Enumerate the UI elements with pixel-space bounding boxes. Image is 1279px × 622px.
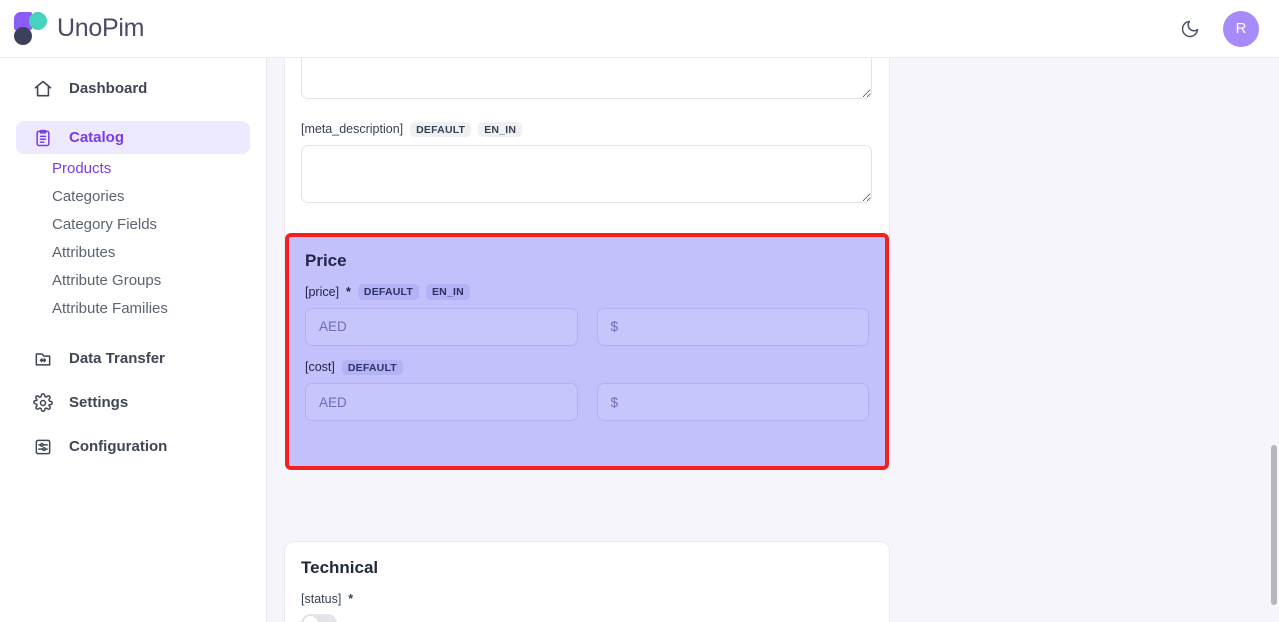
sidebar-subitem-label: Attributes — [52, 244, 115, 261]
sidebar-item-label: Configuration — [69, 438, 167, 455]
sidebar-item-attribute-groups[interactable]: Attribute Groups — [0, 266, 266, 294]
price-card: Price [price] * DEFAULT EN_IN [cost] DEF… — [285, 233, 889, 470]
cost-aed-input[interactable] — [305, 383, 578, 421]
sidebar-item-categories[interactable]: Categories — [0, 182, 266, 210]
sidebar-item-label: Data Transfer — [69, 350, 165, 367]
sidebar-item-catalog[interactable]: Catalog — [16, 121, 250, 154]
status-toggle[interactable] — [301, 614, 337, 622]
transfer-icon — [32, 348, 53, 369]
page-scrollbar-thumb[interactable] — [1271, 445, 1277, 605]
technical-title: Technical — [301, 558, 873, 578]
badge-default: DEFAULT — [342, 360, 403, 376]
sidebar-item-attribute-families[interactable]: Attribute Families — [0, 294, 266, 322]
cost-inputs-row — [305, 383, 869, 421]
sidebar-subitem-label: Category Fields — [52, 216, 157, 233]
sidebar-item-dashboard[interactable]: Dashboard — [16, 72, 250, 105]
field-label-status: [status] * — [301, 592, 873, 606]
badge-default: DEFAULT — [410, 122, 471, 138]
sidebar-item-label: Dashboard — [69, 80, 147, 97]
price-title: Price — [305, 251, 869, 271]
sidebar-item-category-fields[interactable]: Category Fields — [0, 210, 266, 238]
price-inputs-row — [305, 308, 869, 346]
brand-logo[interactable]: UnoPim — [0, 12, 144, 46]
sidebar-item-products[interactable]: Products — [0, 154, 266, 182]
sidebar-item-attributes[interactable]: Attributes — [0, 238, 266, 266]
gear-icon — [32, 392, 53, 413]
moon-icon[interactable] — [1177, 16, 1203, 42]
avatar[interactable]: R — [1223, 11, 1259, 47]
badge-locale: EN_IN — [426, 284, 470, 300]
field-label-text: [status] — [301, 592, 341, 606]
top-bar: UnoPim R — [0, 0, 1279, 58]
field-label-meta-description: [meta_description] DEFAULT EN_IN — [301, 122, 873, 138]
sidebar-subitem-label: Attribute Families — [52, 300, 168, 317]
field-label-text: [meta_description] — [301, 122, 403, 136]
price-aed-input[interactable] — [305, 308, 578, 346]
sidebar-subitem-label: Products — [52, 160, 111, 177]
technical-card: Technical [status] * — [284, 541, 890, 622]
logo-circle-teal — [29, 12, 47, 30]
clipboard-icon — [32, 127, 53, 148]
sidebar-subitem-label: Categories — [52, 188, 125, 205]
field-label-cost: [cost] DEFAULT — [305, 360, 869, 376]
app-root: UnoPim R Dashboard — [0, 0, 1279, 622]
brand-name: UnoPim — [57, 16, 144, 41]
unopim-logo-icon — [14, 12, 48, 46]
sidebar-item-settings[interactable]: Settings — [16, 386, 250, 419]
sidebar-item-data-transfer[interactable]: Data Transfer — [16, 342, 250, 375]
price-usd-input[interactable] — [597, 308, 870, 346]
sidebar-item-label: Catalog — [69, 129, 124, 146]
home-icon — [32, 78, 53, 99]
field-label-price: [price] * DEFAULT EN_IN — [305, 284, 869, 300]
top-bar-actions: R — [1177, 11, 1279, 47]
field-label-text: [cost] — [305, 360, 335, 374]
cost-usd-input[interactable] — [597, 383, 870, 421]
meta-keywords-textarea[interactable] — [301, 58, 872, 99]
badge-locale: EN_IN — [478, 122, 522, 138]
page-scrollbar-track[interactable] — [1268, 58, 1279, 622]
field-label-text: [price] — [305, 285, 339, 299]
status-toggle-knob — [303, 616, 318, 622]
required-marker: * — [346, 285, 351, 299]
sidebar-subitem-label: Attribute Groups — [52, 272, 161, 289]
sidebar: Dashboard Catalog Products Categories Ca… — [0, 58, 267, 622]
sidebar-item-label: Settings — [69, 394, 128, 411]
meta-description-textarea[interactable] — [301, 145, 872, 203]
logo-circle-navy — [14, 27, 32, 45]
badge-default: DEFAULT — [358, 284, 419, 300]
required-marker: * — [348, 592, 353, 606]
sliders-icon — [32, 436, 53, 457]
sidebar-item-configuration[interactable]: Configuration — [16, 430, 250, 463]
